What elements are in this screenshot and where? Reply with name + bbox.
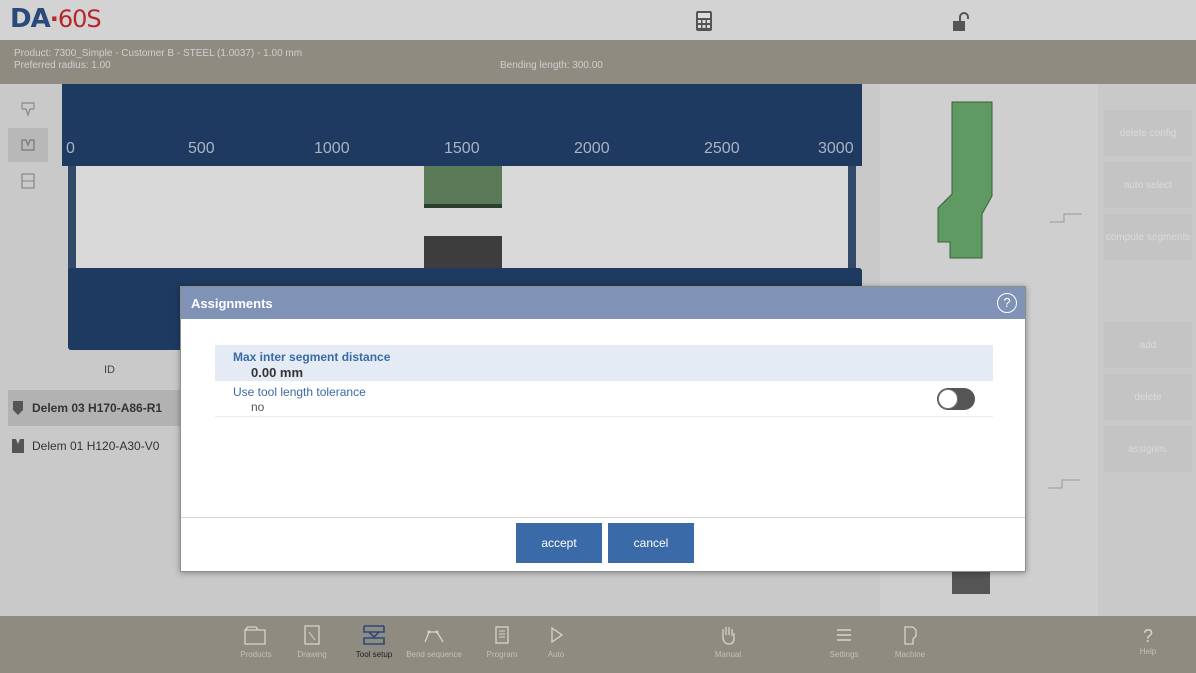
folder-icon: [244, 626, 266, 645]
bottom-navigation: Products Drawing Tool setup Bend sequenc…: [0, 616, 1196, 673]
nav-tool-setup[interactable]: Tool setup: [344, 616, 404, 673]
ruler-tick: 0: [66, 140, 75, 157]
nav-label: Drawing: [297, 650, 327, 659]
delete-config-button[interactable]: delete config: [1104, 110, 1192, 156]
tolerance-toggle[interactable]: [937, 388, 975, 410]
help-icon[interactable]: ?: [997, 293, 1017, 313]
max-inter-segment-distance-field[interactable]: Max inter segment distance 0.00 mm: [215, 345, 993, 381]
nav-label: Products: [240, 650, 272, 659]
dialog-title: Assignments: [191, 296, 273, 311]
help-icon: ?: [1142, 626, 1153, 646]
tool-name: Delem 01 H120-A30-V0: [32, 439, 160, 453]
product-info: Product: 7300_Simple - Customer B - STEE…: [14, 48, 303, 59]
tool-name: Delem 03 H170-A86-R1: [32, 401, 163, 415]
drawing-icon: [304, 625, 320, 645]
play-icon: [551, 626, 564, 644]
right-button-column: delete config auto select compute segmen…: [1100, 110, 1196, 478]
nav-label: Auto: [547, 650, 565, 659]
punch-tool-button[interactable]: [8, 92, 48, 126]
nav-label: Program: [486, 650, 518, 659]
ruler-tick: 1000: [314, 140, 350, 157]
nav-settings[interactable]: Settings: [814, 616, 874, 673]
dialog-title-bar: Assignments ?: [181, 287, 1025, 319]
nav-auto[interactable]: Auto: [526, 616, 586, 673]
tool-combo-button[interactable]: [8, 164, 48, 198]
top-bar: DA·60S: [0, 0, 1196, 40]
nav-program[interactable]: Program: [472, 616, 532, 673]
accept-button[interactable]: accept: [516, 523, 602, 563]
auto-select-button[interactable]: auto select: [1104, 162, 1192, 208]
nav-label: Machine: [894, 650, 926, 659]
field-value: no: [251, 400, 265, 414]
punch-segment[interactable]: [424, 166, 502, 208]
nav-label: Manual: [714, 650, 742, 659]
tool-list-header: ID: [8, 352, 178, 386]
ruler-tick: 2500: [704, 140, 740, 157]
compute-segments-button[interactable]: compute segments: [1104, 214, 1192, 260]
tool-combo-icon: [21, 173, 35, 189]
cancel-button[interactable]: cancel: [608, 523, 694, 563]
program-icon: [495, 626, 509, 644]
calculator-icon[interactable]: [695, 10, 713, 32]
ruler-tick: 500: [188, 140, 215, 157]
nav-drawing[interactable]: Drawing: [282, 616, 342, 673]
nav-bend-sequence[interactable]: Bend sequence: [404, 616, 464, 673]
use-tool-length-tolerance-field: Use tool length tolerance no: [215, 383, 993, 417]
delete-button[interactable]: delete: [1104, 374, 1192, 420]
ruler-tick: 3000: [818, 140, 854, 157]
nav-manual[interactable]: Manual: [698, 616, 758, 673]
die-tool-button[interactable]: [8, 128, 48, 162]
tool-type-selector: [8, 92, 48, 200]
ruler-tick: 2000: [574, 140, 610, 157]
assignments-button[interactable]: assignm.: [1104, 426, 1192, 472]
nav-label: Tool setup: [355, 650, 393, 659]
nav-help[interactable]: ? Help: [1118, 616, 1178, 673]
machine-icon: [904, 626, 917, 645]
field-value: 0.00 mm: [251, 365, 304, 380]
nav-label: Bend sequence: [406, 650, 462, 659]
button-spacer: [1100, 266, 1196, 322]
nav-machine[interactable]: Machine: [880, 616, 940, 673]
tool-list-item[interactable]: Delem 01 H120-A30-V0: [8, 428, 180, 464]
add-button[interactable]: add: [1104, 322, 1192, 368]
field-label: Max inter segment distance: [233, 350, 391, 364]
die-segment[interactable]: [424, 236, 502, 268]
tool-list-item[interactable]: Delem 03 H170-A86-R1: [8, 390, 180, 426]
tool-setup-icon: [363, 625, 385, 645]
die-icon: [21, 139, 35, 151]
bend-sequence-icon: [424, 630, 444, 643]
app-logo: DA·60S: [10, 4, 102, 34]
hand-icon: [722, 627, 735, 645]
assignments-dialog: Assignments ? Max inter segment distance…: [180, 286, 1026, 572]
ruler-tick: 1500: [444, 140, 480, 157]
id-column-header: ID: [104, 364, 115, 376]
field-label: Use tool length tolerance: [233, 385, 366, 399]
die-icon: [12, 439, 24, 453]
dialog-divider: [181, 517, 1025, 518]
punch-icon: [21, 102, 35, 117]
unlock-icon[interactable]: [952, 12, 970, 32]
nav-label: Settings: [829, 650, 859, 659]
nav-label: Help: [1139, 647, 1157, 656]
nav-products[interactable]: Products: [226, 616, 286, 673]
punch-icon: [13, 401, 23, 415]
bending-length: Bending length: 300.00: [500, 60, 603, 71]
toggle-knob: [938, 389, 958, 409]
product-info-bar: Product: 7300_Simple - Customer B - STEE…: [0, 40, 1196, 84]
list-icon: [837, 629, 851, 641]
preferred-radius: Preferred radius: 1.00: [14, 60, 111, 71]
